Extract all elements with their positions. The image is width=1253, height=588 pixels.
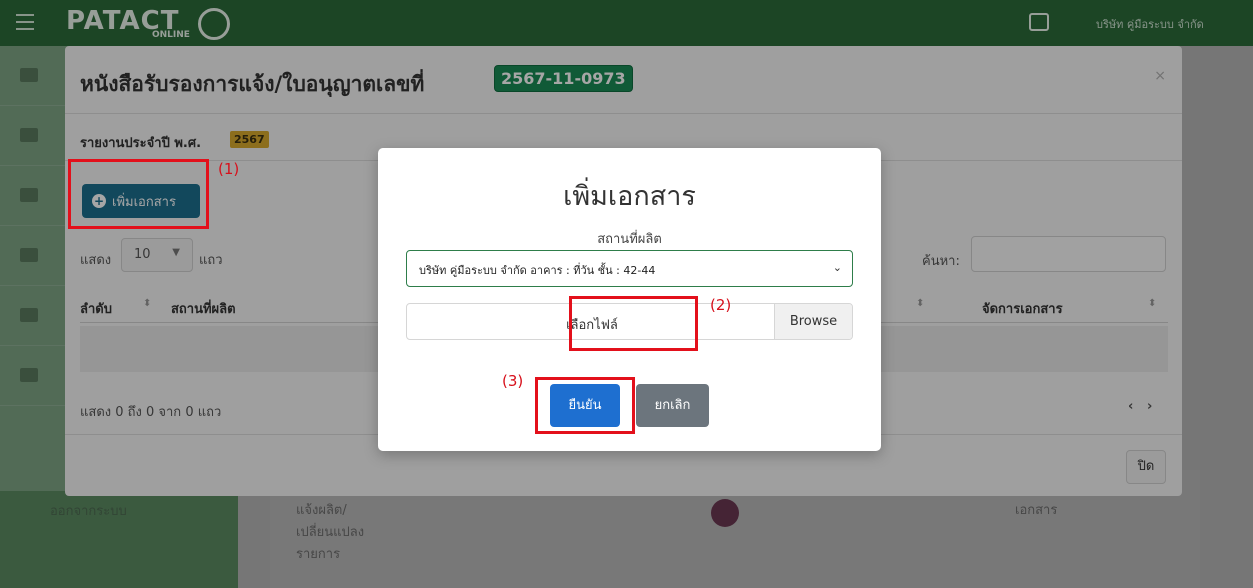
annotation-label-step2: (2): [710, 296, 732, 314]
browse-button[interactable]: Browse: [774, 304, 852, 339]
location-select-value: บริษัท คู่มือระบบ จำกัด อาคาร : ที่วัน ช…: [419, 264, 656, 277]
annotation-box-step1: [68, 159, 209, 229]
cancel-button[interactable]: ยกเลิก: [636, 384, 709, 427]
location-label: สถานที่ผลิต: [597, 232, 662, 247]
annotation-label-step3: (3): [502, 372, 524, 390]
annotation-label-step1: (1): [218, 160, 240, 178]
annotation-box-step3: [535, 377, 635, 434]
chevron-down-icon: ⌄: [832, 261, 842, 274]
dialog-title: เพิ่มเอกสาร: [563, 181, 696, 212]
location-select[interactable]: บริษัท คู่มือระบบ จำกัด อาคาร : ที่วัน ช…: [406, 250, 853, 287]
annotation-box-step2: [569, 296, 698, 351]
